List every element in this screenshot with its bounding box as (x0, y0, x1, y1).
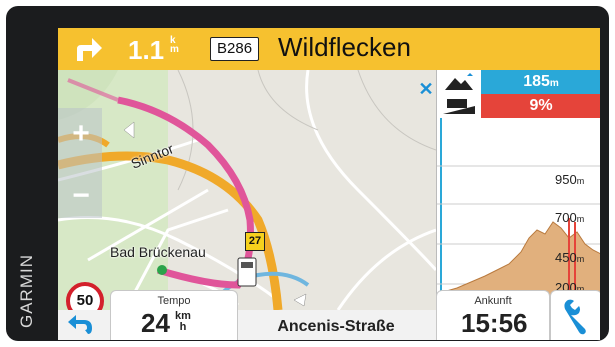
distance-unit: km (170, 35, 179, 55)
speed-unit: km h (175, 310, 191, 333)
elevation-row: 185m (437, 70, 600, 94)
axis-label-950: 950m (555, 172, 585, 187)
mountain-icon (437, 70, 481, 94)
brand-logo: GARMIN (17, 254, 36, 328)
place-label-bad-brueckenau: Bad Brückenau (110, 244, 206, 260)
elevation-value: 185m (481, 70, 600, 94)
back-button[interactable] (58, 310, 108, 340)
instruction-bar: 1.1 km B286 Wildflecken (58, 28, 600, 70)
grade-row: 9% (437, 94, 600, 118)
current-street: Ancenis-Straße (277, 318, 395, 335)
axis-label-450: 450m (555, 250, 585, 265)
map-view[interactable]: + − Sinntor Bad Brückenau 27 50 (58, 69, 438, 320)
arrival-field[interactable]: Ankunft 15:56 (436, 290, 550, 340)
arrival-value: 15:56 (461, 308, 528, 338)
zoom-in-button[interactable]: + (64, 118, 98, 152)
bottom-bar: Tempo 24 km h Ancenis-Straße Ankunft 15:5… (58, 290, 600, 340)
axis-label-700: 700m (555, 210, 585, 225)
destination-name[interactable]: Wildflecken (278, 32, 411, 63)
route-shield: 27 (245, 232, 265, 251)
road-badge: B286 (210, 37, 260, 61)
speed-label: Tempo (157, 295, 191, 307)
turn-right-arrow-icon (77, 38, 102, 61)
zoom-out-button[interactable]: − (64, 180, 98, 214)
vehicle-icon (237, 257, 257, 287)
truck-grade-icon (437, 94, 481, 118)
map-canvas (58, 69, 438, 312)
device-frame: GARMIN 1.1 km B286 Wildflecken + − Sinnt… (6, 6, 609, 341)
distance-value: 1.1 (128, 35, 165, 65)
wrench-icon (564, 299, 586, 335)
speed-value: 24 (141, 308, 170, 338)
elevation-profile[interactable]: 950m 700m 450m 200m 0m 30 (437, 118, 600, 310)
arrival-label: Ankunft (474, 295, 512, 307)
close-icon[interactable]: ✕ (417, 80, 435, 98)
speed-field[interactable]: Tempo 24 km h (110, 290, 238, 340)
grade-value: 9% (481, 94, 600, 118)
screen: 1.1 km B286 Wildflecken + − Sinntor Bad … (58, 28, 600, 340)
tools-button[interactable] (550, 290, 600, 340)
elevation-panel: ✕ 185m 9% 950m 700m 450m 200m (418, 70, 600, 310)
back-arrow-icon (68, 315, 92, 334)
